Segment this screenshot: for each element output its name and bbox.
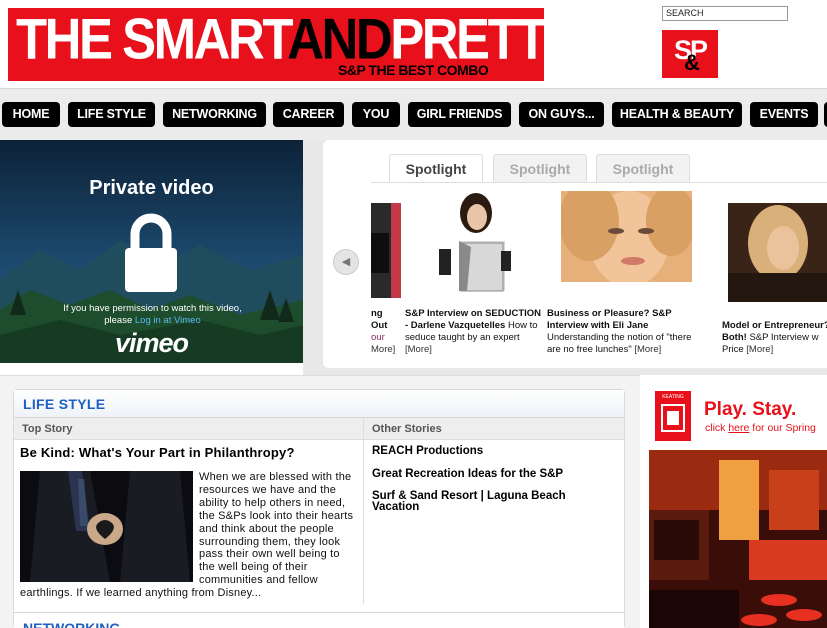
keating-logo: KEATING [655, 391, 691, 441]
heart-hands-image [20, 471, 193, 582]
logo-word-smart: THE SMART [16, 7, 290, 71]
search-input[interactable]: SEARCH [662, 6, 788, 21]
spotlight-caption-eli-jane[interactable]: Business or Pleasure? S&P Interview with… [547, 308, 707, 356]
top-story-column-header: Top Story [14, 418, 363, 440]
main-nav: HOME LIFE STYLE NETWORKING CAREER YOU GI… [0, 88, 827, 140]
keating-advertisement[interactable]: KEATING Play. Stay. click here for our S… [648, 385, 827, 628]
tabs-divider [371, 182, 827, 183]
spotlight-desc-eli-jane: Understanding the notion of "there are n… [547, 332, 692, 355]
networking-section-title[interactable]: NETWORKING [23, 620, 120, 628]
partial-more-link[interactable]: More] [371, 344, 395, 355]
top-story-image[interactable] [20, 471, 193, 582]
ad-sub-suffix: for our Spring [752, 422, 816, 434]
spotlight-title-eli-jane: Business or Pleasure? S&P Interview with… [547, 308, 672, 331]
keating-logo-mark-icon [661, 404, 685, 432]
spotlight-caption-model[interactable]: Model or Entrepreneur? Both! S&P Intervi… [722, 320, 827, 356]
partial-title: ng Out [371, 308, 388, 331]
spotlight-image-partial [371, 203, 401, 298]
spotlight-more-darlene[interactable]: [More] [405, 344, 432, 355]
nav-item-life-style[interactable]: LIFE STYLE [68, 102, 155, 127]
site-logo-banner[interactable]: THE SMARTANDPRETTY S&P THE BEST COMBO [8, 7, 579, 81]
spotlight-more-model[interactable]: [More] [746, 344, 773, 355]
lifestyle-section-title[interactable]: LIFE STYLE [23, 396, 105, 412]
spotlight-carousel: Spotlight Spotlight Spotlight ◀ ng Out o… [323, 140, 827, 368]
spotlight-caption-partial[interactable]: ng Out our More] [371, 308, 401, 356]
spotlight-image-model [728, 203, 827, 302]
ad-here-link[interactable]: here [728, 422, 749, 434]
site-tagline: S&P THE BEST COMBO [338, 62, 489, 78]
other-story-reach-productions[interactable]: REACH Productions [372, 445, 612, 457]
partial-desc: our [371, 332, 385, 343]
spotlight-image-eli-jane [561, 191, 692, 282]
column-divider [363, 418, 364, 604]
other-story-recreation-ideas[interactable]: Great Recreation Ideas for the S&P [372, 468, 612, 480]
tab-spotlight-1[interactable]: Spotlight [389, 154, 483, 183]
video-player[interactable]: Private video If you have permission to … [0, 140, 303, 363]
carousel-prev-button[interactable]: ◀ [333, 249, 359, 275]
other-story-surf-sand-resort[interactable]: Surf & Sand Resort | Laguna Beach Vacati… [372, 490, 612, 513]
top-story-title[interactable]: Be Kind: What's Your Part in Philanthrop… [20, 445, 295, 460]
ad-headline: Play. Stay. [704, 399, 797, 420]
spotlight-caption-darlene[interactable]: S&P Interview on SEDUCTION - Darlene Vaz… [405, 308, 543, 356]
video-permission-message: If you have permission to watch this vid… [60, 303, 245, 327]
sp-badge-logo[interactable]: SP & [662, 30, 718, 78]
nav-item-on-guys[interactable]: ON GUYS... [519, 102, 604, 127]
nav-item-you[interactable]: YOU [352, 102, 400, 127]
other-stories-column-header: Other Stories [364, 418, 624, 440]
ad-subline: click here for our Spring [705, 422, 816, 434]
vimeo-logo[interactable]: vimeo [0, 328, 303, 359]
tab-spotlight-3[interactable]: Spotlight [596, 154, 690, 182]
top-story-body: When we are blessed with the resources w… [20, 471, 356, 600]
badge-ampersand: & [684, 50, 700, 75]
ad-sub-prefix: click [705, 422, 726, 434]
nav-item-home[interactable]: HOME [2, 102, 60, 127]
site-logo-text: THE SMARTANDPRETTY [16, 6, 579, 72]
keating-logo-text: KEATING [662, 394, 684, 400]
vimeo-login-link[interactable]: Log in at Vimeo [135, 315, 201, 326]
ad-hotel-interior-image [649, 450, 827, 628]
nav-item-networking[interactable]: NETWORKING [163, 102, 266, 127]
video-private-title: Private video [89, 177, 214, 199]
nav-item-career[interactable]: CAREER [273, 102, 344, 127]
lock-icon [125, 213, 177, 292]
nav-item-health-beauty[interactable]: HEALTH & BEAUTY [612, 102, 742, 127]
tab-spotlight-2[interactable]: Spotlight [493, 154, 587, 182]
spotlight-image-darlene [431, 191, 523, 297]
nav-item-girl-friends[interactable]: GIRL FRIENDS [408, 102, 511, 127]
lifestyle-header [14, 390, 624, 418]
nav-item-events[interactable]: EVENTS [750, 102, 818, 127]
spotlight-more-eli-jane[interactable]: [More] [634, 344, 661, 355]
